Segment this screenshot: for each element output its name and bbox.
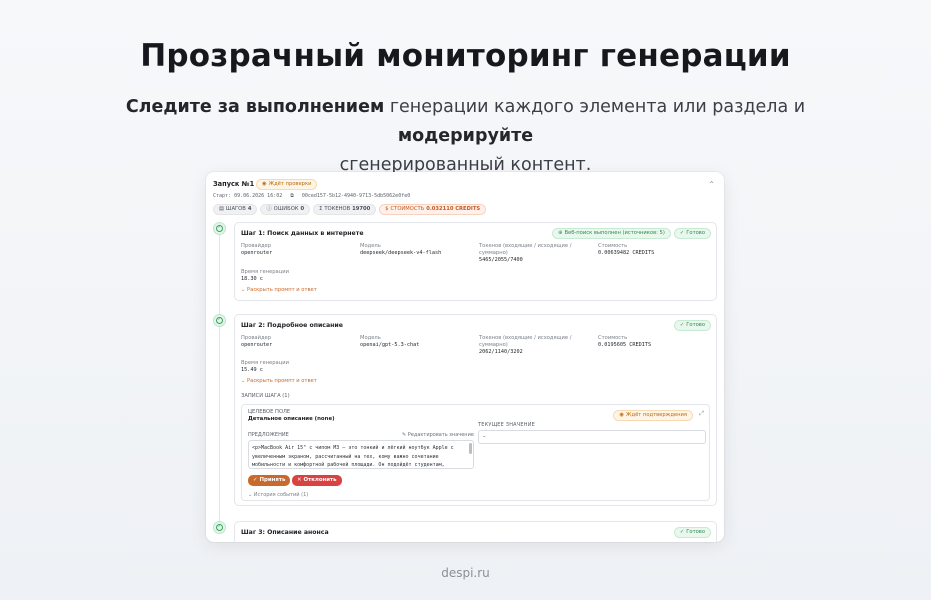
hero-sub-bold-2: модерируйте — [397, 126, 534, 146]
globe-icon: ⊕ — [558, 230, 563, 236]
hero-title: Прозрачный мониторинг генерации — [140, 38, 791, 74]
hero-sub-text-1: генерации каждого элемента или раздела и — [384, 97, 806, 117]
run-started: Старт: 09.06.2026 16:02 — [213, 193, 283, 200]
stat-cost: $ СТОИМОСТЬ 0.032110 CREDITS — [379, 203, 487, 215]
step-1-status-badge: ✓ Готово — [673, 228, 711, 240]
step-2-card: Шаг 2: Подробное описание ✓ Готово Провай… — [234, 314, 717, 506]
record-status-badge: ◉ Ждёт подтверждения — [613, 410, 693, 422]
step-1-check-icon: ✓ — [213, 222, 226, 235]
run-id: ⧉ 00ced157-5b12-4940-9713-5db5062e0fe0 — [290, 193, 411, 200]
check-circle-icon: ✓ — [679, 230, 685, 236]
current-value-field: – — [478, 430, 706, 444]
target-field-name: Детальное описание (none) — [248, 416, 335, 422]
step-2-time: 15.49 с — [241, 367, 263, 374]
copy-icon[interactable]: ⧉ — [290, 193, 294, 199]
model-label: Модель — [360, 243, 381, 249]
cost-label: Стоимость — [598, 243, 628, 249]
step-2-model: openai/gpt-5.3-chat — [360, 342, 420, 349]
suggestion-textarea[interactable]: <p>MacBook Air 15" с чипом M3 — это тонк… — [248, 440, 474, 469]
run-stats: ▤ ШАГОВ 4 ⓘ ОШИБОК 0 Σ ТОКЕНОВ 19700 $ СТОИМОСТ… — [213, 203, 717, 215]
stat-tokens: Σ ТОКЕНОВ 19700 — [313, 203, 377, 215]
chevron-down-icon: ⌄ — [241, 378, 246, 384]
history-toggle[interactable]: ⌄ История событий (1) — [248, 492, 308, 499]
run-header[interactable]: Запуск №1 ◉ Ждёт проверки Старт: 09.06.20… — [213, 179, 717, 215]
step-3-card: Шаг 3: Описание анонса ✓ Готово — [234, 521, 717, 542]
hero-sub-bold-1: Следите за выполнением — [125, 97, 385, 117]
token-icon: Σ — [319, 205, 323, 212]
step-1-card: Шаг 1: Поиск данных в интернете ⊕ Веб-пои… — [234, 222, 717, 301]
step-1-tokens: 5465/2055/7400 — [479, 257, 523, 264]
hero-subtitle: Следите за выполнением генерации каждого… — [90, 93, 841, 180]
provider-label: Провайдер — [241, 243, 272, 249]
edit-value-link[interactable]: ✎ Редактировать значение — [402, 432, 474, 439]
accept-button[interactable]: ✓ Принять — [248, 475, 291, 486]
run-status-badge: ◉ Ждёт проверки — [255, 179, 318, 191]
step-1-cost: 0.00639482 CREDITS — [598, 250, 655, 257]
step-2-expand-link[interactable]: ⌄ Раскрыть промпт и ответ — [241, 378, 317, 385]
target-field-label: ЦЕЛЕВОЕ ПОЛЕ — [248, 409, 291, 415]
suggestion-label: ПРЕДЛОЖЕНИЕ — [248, 432, 289, 438]
pencil-icon: ✎ — [402, 432, 407, 438]
record-card: ЦЕЛЕВОЕ ПОЛЕ Детальное описание (none) ◉… — [241, 404, 710, 501]
step-2-status-badge: ✓ Готово — [673, 320, 711, 332]
step-2-check-icon: ✓ — [213, 314, 226, 327]
reject-button[interactable]: ✕ Отклонить — [292, 475, 342, 486]
cost-label: Стоимость — [598, 335, 628, 341]
alert-icon: ⓘ — [266, 205, 272, 212]
step-1-web-search-badge: ⊕ Веб-поиск выполнен (источников: 5) — [552, 228, 671, 240]
expand-icon[interactable]: ⤢ — [699, 410, 704, 418]
close-icon: ✕ — [297, 476, 302, 483]
check-circle-icon: ✓ — [679, 529, 685, 535]
layers-icon: ▤ — [219, 205, 224, 212]
check-circle-icon: ✓ — [679, 322, 685, 328]
step-1-model: deepseek/deepseek-v4-flash — [360, 250, 442, 257]
model-label: Модель — [360, 335, 381, 341]
tokens-label: Токенов (входящие / исходящие / суммарно… — [479, 243, 572, 257]
step-records-title: ЗАПИСИ ШАГА (1) — [241, 393, 290, 399]
gen-time-label: Время генерации — [241, 360, 289, 366]
step-3-title: Шаг 3: Описание анонса — [241, 529, 329, 536]
check-icon: ✓ — [253, 476, 258, 483]
footer-domain: despi.ru — [441, 566, 490, 580]
step-3-check-icon: ✓ — [213, 521, 226, 534]
step-1-time: 18.30 с — [241, 276, 263, 283]
provider-label: Провайдер — [241, 335, 272, 341]
chevron-up-icon[interactable]: ⌃ — [708, 180, 715, 191]
chevron-down-icon: ⌄ — [248, 492, 253, 498]
step-3-status-badge: ✓ Готово — [673, 527, 711, 539]
eye-icon: ◉ — [261, 181, 267, 187]
current-value-label: ТЕКУЩЕЕ ЗНАЧЕНИЕ — [478, 422, 536, 428]
step-1-provider: openrouter — [241, 250, 273, 257]
step-2-title: Шаг 2: Подробное описание — [241, 322, 343, 329]
scrollbar[interactable] — [469, 443, 472, 454]
chevron-down-icon: ⌄ — [241, 287, 246, 293]
step-2-cost: 0.0195605 CREDITS — [598, 342, 652, 349]
stat-steps: ▤ ШАГОВ 4 — [213, 203, 258, 215]
step-1-title: Шаг 1: Поиск данных в интернете — [241, 230, 364, 237]
step-1-expand-link[interactable]: ⌄ Раскрыть промпт и ответ — [241, 287, 317, 294]
step-2-provider: openrouter — [241, 342, 273, 349]
stat-errors: ⓘ ОШИБОК 0 — [260, 203, 311, 215]
gen-time-label: Время генерации — [241, 269, 289, 275]
step-2-tokens: 2062/1140/3202 — [479, 349, 523, 356]
tokens-label: Токенов (входящие / исходящие / суммарно… — [479, 335, 572, 349]
screenshot-card: Запуск №1 ◉ Ждёт проверки Старт: 09.06.20… — [206, 172, 724, 542]
eye-icon: ◉ — [619, 412, 624, 418]
run-title: Запуск №1 — [213, 180, 255, 189]
coin-icon: $ — [385, 205, 389, 212]
run-meta: Старт: 09.06.2026 16:02 ⧉ 00ced157-5b12-… — [213, 193, 717, 200]
timeline-line — [219, 229, 220, 529]
